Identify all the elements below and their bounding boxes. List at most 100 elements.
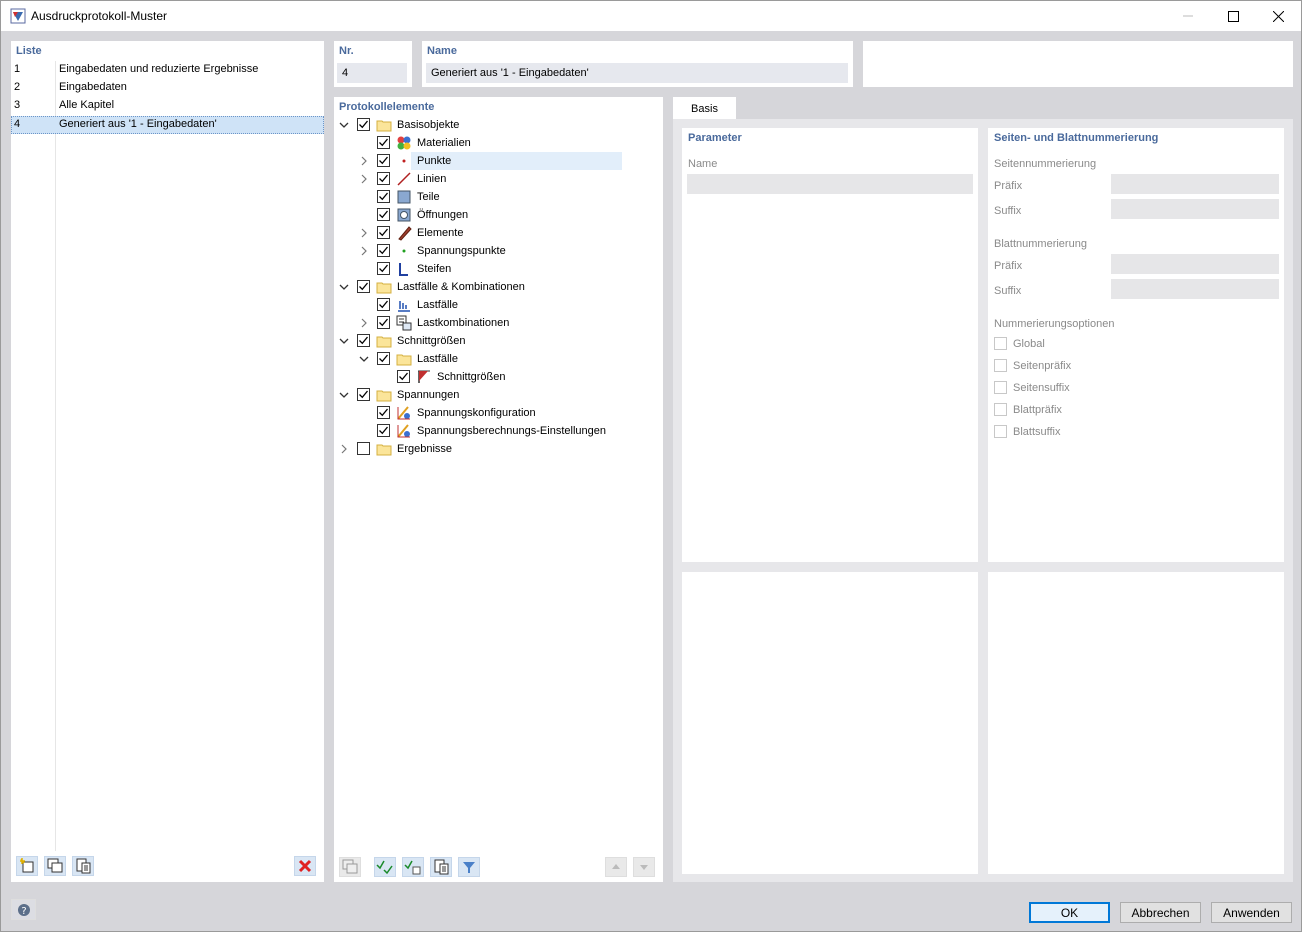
tree-item[interactable]: Materialien (334, 134, 663, 152)
delete-item-button[interactable] (294, 856, 316, 876)
tab-basis[interactable]: Basis (673, 97, 736, 120)
move-down-button[interactable] (633, 857, 655, 877)
sheet-suffix-input[interactable] (1111, 279, 1279, 299)
list-item-selected[interactable]: 4 Generiert aus '1 - Eingabedaten' (11, 116, 324, 134)
page-prefix-input[interactable] (1111, 174, 1279, 194)
sheet-prefix-input[interactable] (1111, 254, 1279, 274)
chevron-down-icon[interactable] (338, 119, 350, 131)
tree-item[interactable]: Spannungsberechnungs-Einstellungen (334, 422, 663, 440)
list-item[interactable]: 1 Eingabedaten und reduzierte Ergebnisse (11, 61, 324, 79)
parameter-name-input[interactable] (687, 174, 973, 194)
apply-button[interactable]: Anwenden (1211, 902, 1292, 923)
tree-copy-button[interactable] (339, 857, 361, 877)
tree-item-label: Teile (417, 191, 440, 203)
tree-item-checkbox[interactable] (377, 424, 390, 437)
tree-item-checkbox[interactable] (377, 352, 390, 365)
cancel-button[interactable]: Abbrechen (1120, 902, 1201, 923)
tree-item-label: Lastfälle (417, 299, 458, 311)
tree-item-checkbox[interactable] (377, 406, 390, 419)
tree-item[interactable]: Lastkombinationen (334, 314, 663, 332)
list-item[interactable]: 2 Eingabedaten (11, 79, 324, 97)
tree-item-checkbox[interactable] (357, 280, 370, 293)
tree-item[interactable]: Spannungen (334, 386, 663, 404)
chevron-right-icon[interactable] (358, 317, 370, 329)
tree-item-checkbox[interactable] (377, 172, 390, 185)
chevron-right-icon[interactable] (338, 443, 350, 455)
tree-item[interactable]: Linien (334, 170, 663, 188)
tree-item-checkbox[interactable] (377, 244, 390, 257)
tree-item[interactable]: Elemente (334, 224, 663, 242)
tree-item[interactable]: Basisobjekte (334, 116, 663, 134)
import-item-button[interactable] (72, 856, 94, 876)
tree-item[interactable]: Steifen (334, 260, 663, 278)
tree-item-checkbox[interactable] (357, 388, 370, 401)
chevron-right-icon[interactable] (358, 155, 370, 167)
ok-button[interactable]: OK (1029, 902, 1110, 923)
help-button[interactable]: ? (11, 899, 36, 920)
app-icon (10, 8, 26, 24)
check-all-icon (376, 860, 393, 875)
option-page-prefix-checkbox[interactable] (994, 359, 1007, 372)
tree-item[interactable]: Schnittgrößen (334, 332, 663, 350)
list-item-number: 1 (14, 63, 21, 75)
copy-item-button[interactable] (44, 856, 66, 876)
tree-item-checkbox[interactable] (377, 154, 390, 167)
chevron-down-icon[interactable] (358, 353, 370, 365)
tree-item-checkbox[interactable] (357, 334, 370, 347)
name-field[interactable]: Generiert aus '1 - Eingabedaten' (426, 63, 848, 83)
tree-item-checkbox[interactable] (377, 136, 390, 149)
new-item-button[interactable] (16, 856, 38, 876)
chevron-down-icon[interactable] (338, 335, 350, 347)
close-button[interactable] (1255, 1, 1301, 31)
materials-icon (397, 136, 411, 150)
minimize-button[interactable] (1165, 1, 1211, 31)
tree-item[interactable]: Lastfälle (334, 296, 663, 314)
nr-field[interactable]: 4 (337, 63, 407, 83)
tree-item-checkbox[interactable] (377, 298, 390, 311)
list-item[interactable]: 3 Alle Kapitel (11, 97, 324, 115)
tree-item[interactable]: Schnittgrößen (334, 368, 663, 386)
numbering-header: Seiten- und Blattnummerierung (994, 132, 1159, 144)
checkmark-icon (379, 210, 389, 219)
chevron-right-icon[interactable] (358, 245, 370, 257)
option-sheet-prefix-checkbox[interactable] (994, 403, 1007, 416)
tree-document-button[interactable] (430, 857, 452, 877)
option-page-suffix-checkbox[interactable] (994, 381, 1007, 394)
option-sheet-suffix-label: Blattsuffix (1013, 426, 1061, 438)
tree-item-checkbox[interactable] (377, 208, 390, 221)
checkmark-icon (359, 282, 369, 291)
option-global-checkbox[interactable] (994, 337, 1007, 350)
tree-item-checkbox[interactable] (377, 190, 390, 203)
move-up-button[interactable] (605, 857, 627, 877)
chevron-right-icon[interactable] (358, 173, 370, 185)
bottom-right-panel (988, 572, 1284, 874)
page-prefix-label: Präfix (994, 180, 1023, 192)
check-all-button[interactable] (374, 857, 396, 877)
toggle-check-button[interactable] (402, 857, 424, 877)
tree-item-label: Lastfälle & Kombinationen (397, 281, 525, 293)
chevron-down-icon[interactable] (338, 281, 350, 293)
option-sheet-suffix-checkbox[interactable] (994, 425, 1007, 438)
tree-item-checkbox[interactable] (377, 226, 390, 239)
tree-item-checkbox[interactable] (377, 316, 390, 329)
tree-item[interactable]: Lastfälle (334, 350, 663, 368)
tree-item-checkbox[interactable] (357, 442, 370, 455)
tree-item[interactable]: Punkte (334, 152, 663, 170)
sheet-prefix-label: Präfix (994, 260, 1023, 272)
page-suffix-input[interactable] (1111, 199, 1279, 219)
tree-item-checkbox[interactable] (377, 262, 390, 275)
tree-item[interactable]: Teile (334, 188, 663, 206)
tree-item-checkbox[interactable] (357, 118, 370, 131)
tree-item[interactable]: Spannungspunkte (334, 242, 663, 260)
tree-item-checkbox[interactable] (397, 370, 410, 383)
sheet-suffix-label: Suffix (994, 285, 1022, 297)
folder-icon (376, 336, 392, 348)
maximize-button[interactable] (1210, 1, 1256, 31)
chevron-right-icon[interactable] (358, 227, 370, 239)
chevron-down-icon[interactable] (338, 389, 350, 401)
tree-item[interactable]: Öffnungen (334, 206, 663, 224)
filter-button[interactable] (458, 857, 480, 877)
tree-item[interactable]: Lastfälle & Kombinationen (334, 278, 663, 296)
tree-item[interactable]: Ergebnisse (334, 440, 663, 458)
tree-item[interactable]: Spannungskonfiguration (334, 404, 663, 422)
